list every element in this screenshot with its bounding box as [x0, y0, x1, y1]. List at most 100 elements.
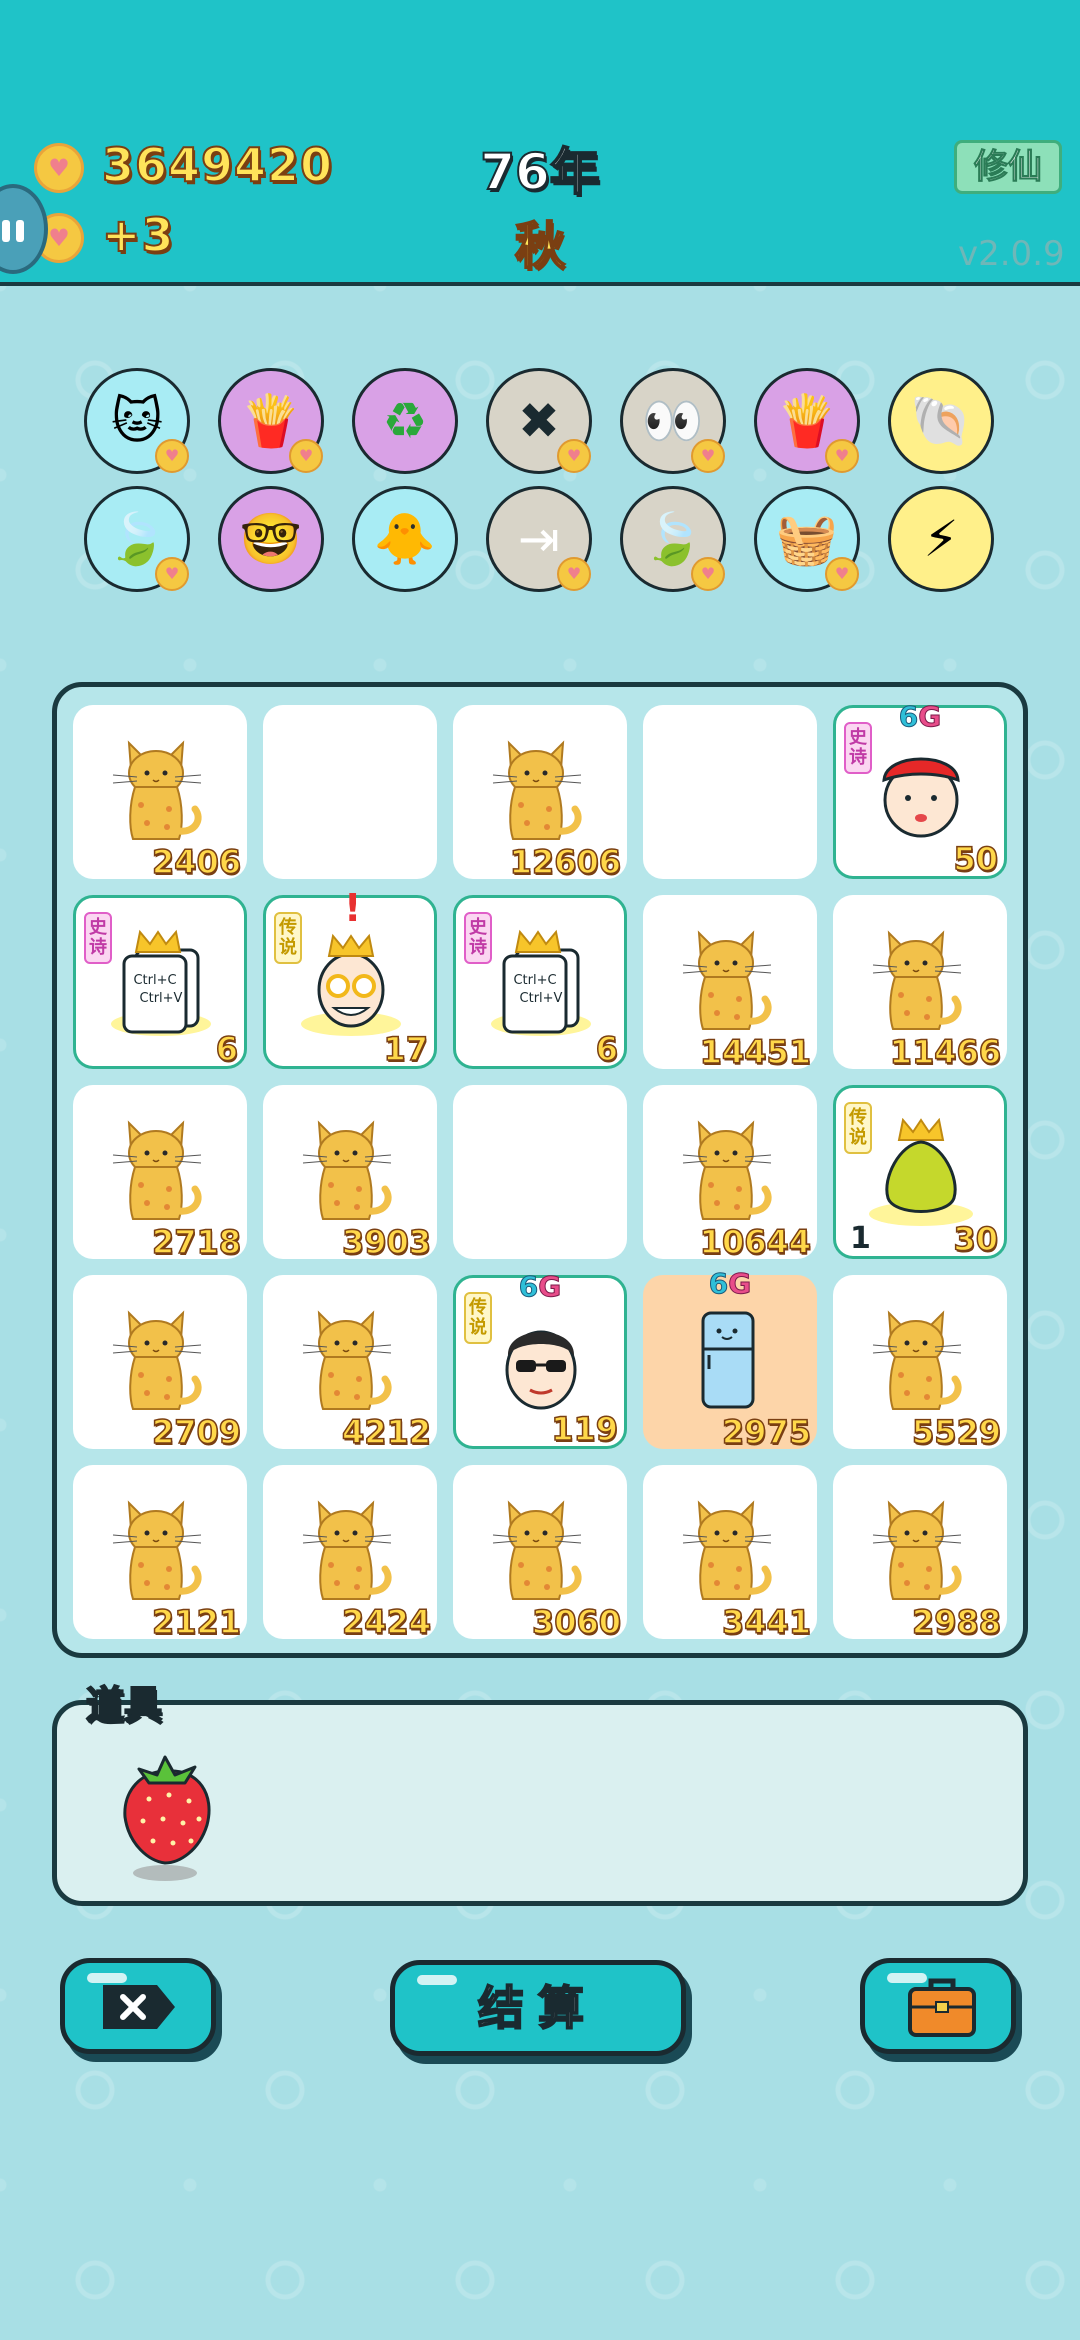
board-cell-cat[interactable]: 11466 [833, 895, 1007, 1069]
year-label: 76年 [0, 132, 1080, 204]
version-label: v2.0.9 [958, 234, 1065, 274]
cell-value: 2988 [912, 1603, 1001, 1641]
cell-value: 14451 [700, 1033, 811, 1071]
rarity-tag: 史诗 [464, 912, 492, 964]
cat-icon [103, 1115, 213, 1225]
svg-text:Ctrl+V: Ctrl+V [520, 991, 563, 1006]
skip-icon[interactable]: ⇥♥ [486, 486, 592, 592]
board-cell-ctrl-cv[interactable]: Ctrl+C Ctrl+V史诗6 [453, 895, 627, 1069]
board-cell-cat[interactable]: 4212 [263, 1275, 437, 1449]
board-cell-fridge[interactable]: 6G2975 [643, 1275, 817, 1449]
cell-value: 5529 [912, 1413, 1001, 1451]
cell-value: 4212 [342, 1413, 431, 1451]
chick-egg-glyph: 🐥 [355, 489, 455, 589]
math-student-icon[interactable]: 🤓 [218, 486, 324, 592]
recycle-icon[interactable]: ♻ [352, 368, 458, 474]
heart-badge-icon: ♥ [557, 439, 591, 473]
lightning-icon[interactable]: ⚡ [888, 486, 994, 592]
ctrl-cv-card-icon: Ctrl+C Ctrl+V [106, 928, 216, 1038]
sunglasses-man-icon [486, 1308, 596, 1418]
board-cell-cat[interactable]: 2121 [73, 1465, 247, 1639]
cat-icon [863, 925, 973, 1035]
cell-value: 2709 [152, 1413, 241, 1451]
cell-value: 2406 [152, 843, 241, 881]
cell-value: 2975 [722, 1413, 811, 1451]
board-cell-cat[interactable]: 2424 [263, 1465, 437, 1639]
cell-value: 12606 [510, 843, 621, 881]
board-cell-cat[interactable]: 10644 [643, 1085, 817, 1259]
cell-value: 50 [953, 840, 998, 878]
king-glasses-man-icon [296, 928, 406, 1038]
board-cell-ctrl-cv[interactable]: Ctrl+C Ctrl+V史诗6 [73, 895, 247, 1069]
empty-slot[interactable] [453, 1085, 627, 1259]
board-cell-cat[interactable]: 3060 [453, 1465, 627, 1639]
cat-icon [483, 735, 593, 845]
remove-tag-icon[interactable]: ✖♥ [486, 368, 592, 474]
rarity-tag: 史诗 [844, 722, 872, 774]
cat-icon [673, 1115, 783, 1225]
cat-eyes-icon[interactable]: 👀♥ [620, 368, 726, 474]
cultivation-mode-button[interactable]: 修仙 [954, 140, 1062, 194]
cell-value: 119 [551, 1410, 618, 1448]
cat-icon [483, 1495, 593, 1605]
board-cell-pomelo[interactable]: 传说130 [833, 1085, 1007, 1259]
cat-face-icon[interactable]: 🐱♥ [84, 368, 190, 474]
board-cell-cat[interactable]: 2406 [73, 705, 247, 879]
season-label: 秋 [0, 206, 1080, 278]
leaf-icon[interactable]: 🍃♥ [84, 486, 190, 592]
heart-badge-icon: ♥ [691, 557, 725, 591]
briefcase-icon [907, 1975, 977, 2039]
remove-tag-icon [99, 1981, 179, 2033]
svg-text:Ctrl+V: Ctrl+V [140, 991, 183, 1006]
shell-icon[interactable]: 🐚 [888, 368, 994, 474]
gpu-badge: 6G [643, 1267, 817, 1300]
chick-egg-icon[interactable]: 🐥 [352, 486, 458, 592]
cat-icon [103, 1305, 213, 1415]
cell-value: 3060 [532, 1603, 621, 1641]
french-fries-icon[interactable]: 🍟♥ [754, 368, 860, 474]
cell-value: 2718 [152, 1223, 241, 1261]
empty-slot[interactable] [263, 705, 437, 879]
cat-icon [293, 1305, 403, 1415]
board-cell-cat[interactable]: 5529 [833, 1275, 1007, 1449]
cat-icon [103, 735, 213, 845]
cell-value: 3441 [722, 1603, 811, 1641]
cat-icon [293, 1115, 403, 1225]
board-cell-king-glasses[interactable]: 传说!17 [263, 895, 437, 1069]
cat-icon [673, 925, 783, 1035]
strawberry-icon[interactable] [119, 1745, 219, 1885]
alert-icon: ! [344, 886, 361, 930]
fruit-basket-icon[interactable]: 🧺♥ [754, 486, 860, 592]
empty-slot[interactable] [643, 705, 817, 879]
heart-badge-icon: ♥ [155, 557, 189, 591]
board-cell-cat[interactable]: 2709 [73, 1275, 247, 1449]
cell-value: 2121 [152, 1603, 241, 1641]
board-cell-cat[interactable]: 12606 [453, 705, 627, 879]
board-cell-cat[interactable]: 3441 [643, 1465, 817, 1639]
heart-badge-icon: ♥ [691, 439, 725, 473]
items-panel [52, 1700, 1028, 1906]
cat-icon [863, 1305, 973, 1415]
cat-icon [103, 1495, 213, 1605]
rarity-tag: 史诗 [84, 912, 112, 964]
board-cell-cat[interactable]: 2718 [73, 1085, 247, 1259]
settle-button[interactable]: 结算 [390, 1960, 686, 2056]
cell-value: 2424 [342, 1603, 431, 1641]
remove-button[interactable] [60, 1958, 216, 2054]
cell-value: 10644 [700, 1223, 811, 1261]
board-cell-cat[interactable]: 3903 [263, 1085, 437, 1259]
board-cell-cat[interactable]: 2988 [833, 1465, 1007, 1639]
cell-value: 6 [596, 1030, 618, 1068]
bag-button[interactable] [860, 1958, 1016, 2054]
heart-badge-icon: ♥ [557, 557, 591, 591]
svg-text:Ctrl+C: Ctrl+C [133, 973, 176, 988]
board-cell-sunglasses-man[interactable]: 6G传说119 [453, 1275, 627, 1449]
french-fries-icon[interactable]: 🍟♥ [218, 368, 324, 474]
cell-counter: 1 [850, 1221, 871, 1256]
board-cell-cat[interactable]: 14451 [643, 895, 817, 1069]
board-cell-boy-red-hat[interactable]: 6G史诗50 [833, 705, 1007, 879]
leaf-icon[interactable]: 🍃♥ [620, 486, 726, 592]
rarity-tag: 传说 [464, 1292, 492, 1344]
fridge-icon [673, 1305, 783, 1415]
items-label: 道具 [86, 1674, 162, 1729]
